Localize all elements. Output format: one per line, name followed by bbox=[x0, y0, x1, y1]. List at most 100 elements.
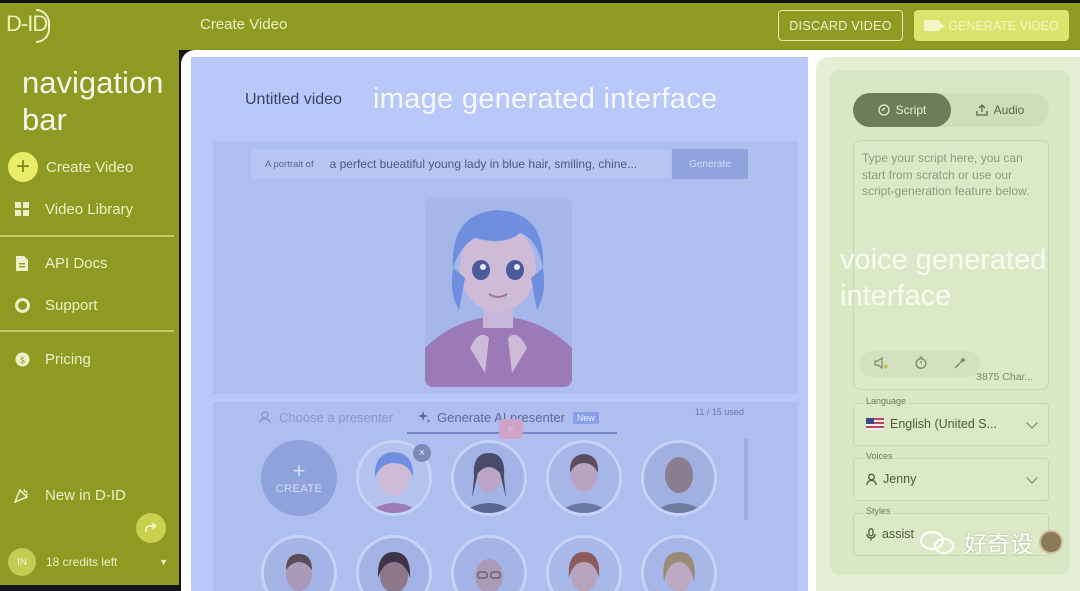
generate-video-label: GENERATE VIDEO bbox=[948, 18, 1059, 33]
voice-generation-panel: Script Audio Type your script here, you … bbox=[830, 70, 1070, 575]
voice-preview-icon[interactable] bbox=[873, 356, 888, 372]
presenter-avatar[interactable] bbox=[641, 440, 717, 516]
voice-annotation-text: voice generated interface bbox=[840, 244, 1047, 312]
magic-wand-icon[interactable] bbox=[954, 356, 967, 372]
sidebar-item-label: New in D-ID bbox=[45, 486, 126, 504]
sidebar-item-new-in-d-id[interactable]: New in D-ID bbox=[12, 485, 126, 505]
chevron-down-icon bbox=[1026, 472, 1038, 484]
remove-presenter-button[interactable]: × bbox=[413, 444, 431, 462]
presenter-avatar[interactable] bbox=[546, 440, 622, 516]
plus-icon: + bbox=[8, 152, 38, 182]
style-value: assist bbox=[866, 527, 914, 541]
tab-script[interactable]: Script bbox=[853, 93, 951, 127]
user-account-menu[interactable]: IN 18 credits left ▼ bbox=[8, 547, 168, 577]
svg-text:$: $ bbox=[19, 356, 25, 366]
plus-icon: + bbox=[292, 458, 306, 483]
new-badge: New bbox=[572, 411, 599, 424]
tab-label: Audio bbox=[993, 103, 1025, 117]
discard-video-button[interactable]: DISCARD VIDEO bbox=[778, 10, 903, 41]
image-interface-annotation: image generated interface bbox=[373, 83, 718, 115]
caret-down-icon: ▼ bbox=[159, 557, 168, 567]
party-icon bbox=[12, 485, 32, 505]
upload-icon bbox=[975, 104, 988, 116]
watermark: 好奇设 bbox=[918, 525, 1063, 559]
sidebar-divider bbox=[0, 235, 174, 237]
sidebar-item-label: Pricing bbox=[45, 350, 91, 368]
page-title: Create Video bbox=[200, 16, 288, 33]
script-tools bbox=[860, 351, 980, 377]
redo-arrow-icon bbox=[145, 522, 157, 532]
presenter-avatar[interactable] bbox=[641, 535, 717, 591]
camera-icon bbox=[924, 20, 946, 31]
image-generation-area: A portrait of a perfect bueatiful young … bbox=[213, 141, 798, 394]
avatar: IN bbox=[8, 548, 36, 576]
collapse-sidebar-button[interactable] bbox=[136, 513, 166, 543]
search-icon[interactable]: ⌕ bbox=[499, 419, 523, 439]
sidebar-item-pricing[interactable]: $ Pricing bbox=[12, 349, 91, 369]
microphone-icon bbox=[866, 527, 876, 540]
chevron-down-icon bbox=[1026, 417, 1038, 429]
language-label: Language bbox=[864, 396, 909, 406]
voice-interface-annotation: voice generated interface bbox=[840, 242, 1075, 314]
logo-bracket bbox=[36, 9, 50, 43]
create-presenter-button[interactable]: + CREATE bbox=[261, 440, 337, 516]
generate-image-button[interactable]: Generate bbox=[672, 149, 748, 179]
prompt-text: a perfect bueatiful young lady in blue h… bbox=[329, 157, 638, 171]
person-icon bbox=[259, 411, 271, 424]
watermark-logo-icon bbox=[1039, 530, 1063, 554]
sidebar-item-support[interactable]: Support bbox=[12, 295, 98, 315]
sidebar-item-video-library[interactable]: Video Library bbox=[12, 199, 133, 219]
sidebar-item-label: API Docs bbox=[45, 254, 108, 272]
presenter-avatar[interactable] bbox=[356, 535, 432, 591]
presenter-avatar[interactable] bbox=[451, 535, 527, 591]
tab-label: Script bbox=[895, 103, 927, 117]
prompt-input[interactable]: A portrait of a perfect bueatiful young … bbox=[251, 149, 671, 179]
language-select[interactable]: Language English (United S... bbox=[853, 396, 1049, 446]
presenter-avatar[interactable] bbox=[451, 440, 527, 516]
presenter-avatar[interactable] bbox=[261, 535, 337, 591]
sparkle-icon bbox=[418, 411, 431, 423]
sidebar-item-label: Support bbox=[45, 296, 98, 314]
language-value: English (United S... bbox=[866, 417, 997, 431]
create-label: CREATE bbox=[275, 483, 323, 495]
presenter-avatar[interactable] bbox=[546, 535, 622, 591]
pause-timer-icon[interactable] bbox=[915, 356, 927, 372]
tab-audio[interactable]: Audio bbox=[951, 93, 1049, 127]
voice-select[interactable]: Voices Jenny bbox=[853, 451, 1049, 501]
script-audio-toggle: Script Audio bbox=[853, 93, 1049, 127]
navigation-bar-annotation: navigation bar bbox=[22, 65, 164, 137]
prompt-prefix: A portrait of bbox=[265, 158, 314, 170]
script-placeholder: Type your script here, you can start fro… bbox=[862, 151, 1030, 198]
sidebar-item-create-video[interactable]: + Create Video bbox=[8, 152, 133, 182]
video-title[interactable]: Untitled video bbox=[245, 91, 342, 109]
usage-counter: 11 / 15 used bbox=[695, 407, 744, 417]
us-flag-icon bbox=[866, 418, 884, 430]
navigation-sidebar: navigation bar + Create Video Video Libr… bbox=[0, 50, 179, 585]
tab-choose-presenter[interactable]: Choose a presenter bbox=[259, 410, 393, 425]
generated-portrait-image bbox=[425, 198, 572, 387]
sidebar-item-label: Create Video bbox=[46, 158, 134, 176]
sidebar-item-label: Video Library bbox=[45, 200, 134, 218]
tab-label: Choose a presenter bbox=[279, 410, 394, 425]
sidebar-divider bbox=[0, 330, 174, 332]
image-generation-panel: Untitled video image generated interface… bbox=[191, 57, 808, 591]
styles-label: Styles bbox=[864, 506, 893, 516]
grid-icon bbox=[12, 199, 32, 219]
document-icon bbox=[12, 253, 32, 273]
voices-label: Voices bbox=[864, 451, 895, 461]
dollar-icon: $ bbox=[12, 349, 32, 369]
presenter-scrollbar[interactable] bbox=[744, 438, 748, 520]
top-header: D-ID Create Video DISCARD VIDEO GENERATE… bbox=[0, 0, 1080, 50]
watermark-text: 好奇设 bbox=[964, 532, 1033, 558]
generate-video-button[interactable]: GENERATE VIDEO bbox=[914, 10, 1069, 41]
language-text: English (United S... bbox=[890, 417, 997, 431]
chat-bubble-icon bbox=[878, 104, 890, 116]
wechat-icon bbox=[918, 527, 958, 557]
sidebar-item-api-docs[interactable]: API Docs bbox=[12, 253, 108, 273]
voice-text: Jenny bbox=[883, 472, 917, 486]
voice-value: Jenny bbox=[866, 472, 916, 486]
credits-left: 18 credits left bbox=[46, 555, 118, 569]
person-icon bbox=[866, 473, 877, 485]
d-id-logo[interactable]: D-ID bbox=[6, 9, 50, 45]
lifebuoy-icon bbox=[12, 295, 32, 315]
